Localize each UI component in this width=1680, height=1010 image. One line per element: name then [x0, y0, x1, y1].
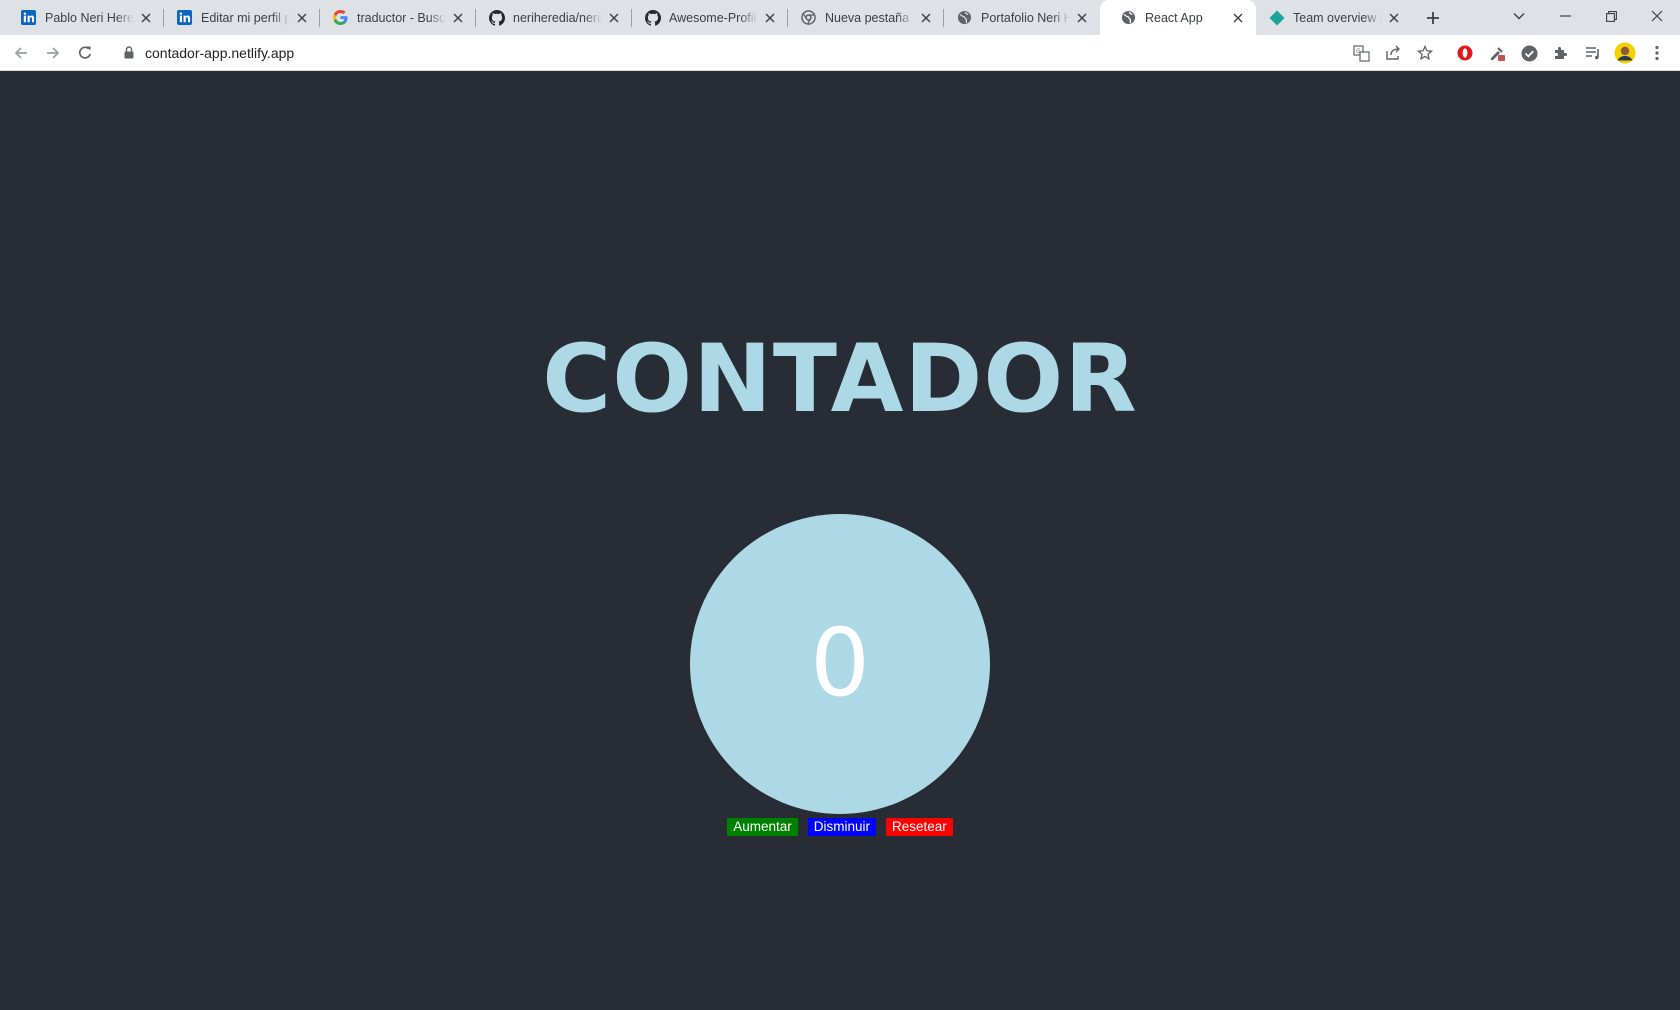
- close-tab-icon[interactable]: [918, 10, 934, 26]
- minimize-button[interactable]: [1542, 0, 1588, 32]
- close-tab-icon[interactable]: [1386, 10, 1402, 26]
- tab-react-app[interactable]: React App: [1100, 0, 1256, 35]
- counter-controls: Aumentar Disminuir Resetear: [0, 818, 1680, 836]
- arrow-right-icon: [47, 47, 60, 59]
- tab-team-overview[interactable]: Team overview | Team: [1256, 0, 1412, 35]
- linkedin-icon: [176, 9, 193, 26]
- tab-new-tab[interactable]: Nueva pestaña: [780, 0, 944, 35]
- svg-text:G: G: [1356, 48, 1361, 55]
- translate-icon[interactable]: G: [1350, 42, 1372, 64]
- close-tab-icon[interactable]: [1230, 10, 1246, 26]
- share-icon[interactable]: [1382, 42, 1404, 64]
- close-tab-icon[interactable]: [606, 10, 622, 26]
- close-window-button[interactable]: [1634, 0, 1680, 32]
- tab-title: Editar mi perfil público: [201, 10, 290, 25]
- check-extension-icon[interactable]: [1518, 42, 1540, 64]
- close-tab-icon[interactable]: [450, 10, 466, 26]
- extensions-puzzle-icon[interactable]: [1550, 42, 1572, 64]
- back-button[interactable]: [8, 40, 34, 66]
- tab-github-awesome[interactable]: Awesome-Profile-README: [624, 0, 788, 35]
- close-tab-icon[interactable]: [138, 10, 154, 26]
- tab-github-repo[interactable]: neriheredia/neriheredia: [468, 0, 632, 35]
- reload-icon: [78, 46, 92, 59]
- reading-list-icon[interactable]: [1582, 42, 1604, 64]
- diamond-icon: [1268, 9, 1285, 26]
- menu-kebab-icon[interactable]: [1646, 42, 1668, 64]
- colorpicker-extension-icon[interactable]: [1486, 42, 1508, 64]
- tab-google-search[interactable]: traductor - Buscar con Google: [312, 0, 476, 35]
- tab-portfolio[interactable]: Portafolio Neri Heredia: [936, 0, 1100, 35]
- forward-button[interactable]: [40, 40, 66, 66]
- profile-avatar[interactable]: [1614, 42, 1636, 64]
- plus-icon: [1427, 12, 1439, 24]
- tab-title: Team overview | Team: [1293, 10, 1382, 25]
- react-app-page: CONTADOR 0 Aumentar Disminuir Resetear: [0, 71, 1680, 1010]
- restore-button[interactable]: [1588, 0, 1634, 32]
- opera-extension-icon[interactable]: [1454, 42, 1476, 64]
- chevron-down-icon: [1513, 13, 1525, 20]
- reset-button[interactable]: Resetear: [886, 818, 953, 836]
- page-title: CONTADOR: [542, 325, 1138, 434]
- tab-title: Nueva pestaña: [825, 10, 910, 25]
- tab-title: neriheredia/neriheredia: [513, 10, 602, 25]
- tab-title: Awesome-Profile-README: [669, 10, 758, 25]
- counter-display: 0: [690, 514, 990, 814]
- tab-strip: Pablo Neri Heredia Editar mi perfil públ…: [0, 0, 1680, 35]
- tab-linkedin-edit[interactable]: Editar mi perfil público: [156, 0, 320, 35]
- tab-title: Pablo Neri Heredia: [45, 10, 134, 25]
- new-tab-button[interactable]: [1422, 7, 1444, 29]
- close-tab-icon[interactable]: [294, 10, 310, 26]
- close-tab-icon[interactable]: [762, 10, 778, 26]
- tab-linkedin-profile[interactable]: Pablo Neri Heredia: [0, 0, 164, 35]
- linkedin-icon: [20, 9, 37, 26]
- url-text: contador-app.netlify.app: [145, 44, 295, 61]
- reload-button[interactable]: [72, 40, 98, 66]
- globe-icon: [1120, 9, 1137, 26]
- increase-button[interactable]: Aumentar: [727, 818, 798, 836]
- browser-toolbar: contador-app.netlify.app G: [0, 35, 1680, 71]
- github-icon: [644, 9, 661, 26]
- bookmark-star-icon[interactable]: [1414, 42, 1436, 64]
- arrow-left-icon: [14, 47, 27, 59]
- address-bar[interactable]: contador-app.netlify.app: [110, 39, 1310, 66]
- github-icon: [488, 9, 505, 26]
- tab-search-button[interactable]: [1496, 0, 1542, 32]
- decrease-button[interactable]: Disminuir: [807, 818, 876, 836]
- close-tab-icon[interactable]: [1074, 10, 1090, 26]
- tab-title: traductor - Buscar con Google: [357, 10, 446, 25]
- tab-title: Portafolio Neri Heredia: [981, 10, 1070, 25]
- minimize-icon: [1559, 15, 1571, 17]
- lock-icon[interactable]: [122, 46, 136, 60]
- google-icon: [332, 9, 349, 26]
- globe-icon: [956, 9, 973, 26]
- tab-title: React App: [1145, 10, 1203, 25]
- restore-icon: [1605, 10, 1617, 22]
- chrome-icon: [800, 9, 817, 26]
- close-icon: [1651, 10, 1663, 22]
- counter-value: 0: [810, 609, 870, 718]
